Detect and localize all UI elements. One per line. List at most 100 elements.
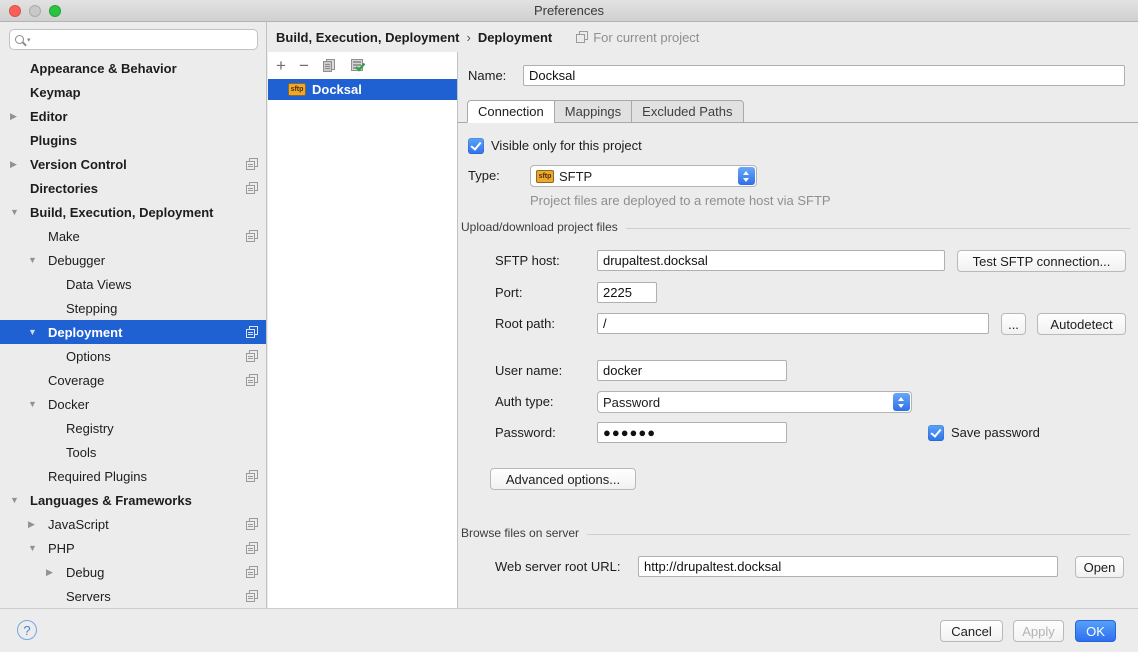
add-server-button[interactable]: +	[276, 57, 286, 74]
tab-excluded-paths[interactable]: Excluded Paths	[631, 100, 743, 123]
zoom-window-button[interactable]	[49, 5, 61, 17]
user-name-label: User name:	[495, 360, 562, 382]
use-as-default-button[interactable]	[350, 58, 366, 73]
sidebar-item-coverage[interactable]: Coverage	[0, 368, 266, 392]
sidebar-item-docker[interactable]: ▼Docker	[0, 392, 266, 416]
settings-search-input[interactable]: ▾	[9, 29, 258, 50]
chevron-right-icon[interactable]: ▶	[10, 111, 30, 122]
sftp-file-icon: sftp	[536, 170, 554, 183]
project-settings-icon	[246, 326, 258, 338]
visible-only-checkbox[interactable]	[468, 138, 484, 154]
breadcrumb-category[interactable]: Build, Execution, Deployment	[276, 30, 459, 45]
browse-root-path-button[interactable]: ...	[1001, 313, 1026, 335]
web-root-input[interactable]	[638, 556, 1058, 577]
upload-group-header: Upload/download project files	[461, 220, 1130, 234]
sidebar-item-languages-frameworks[interactable]: ▼Languages & Frameworks	[0, 488, 266, 512]
sidebar-item-directories[interactable]: Directories	[0, 176, 266, 200]
scope-indicator: For current project	[576, 30, 699, 45]
sidebar-item-tools[interactable]: Tools	[0, 440, 266, 464]
close-window-button[interactable]	[9, 5, 21, 17]
tab-connection[interactable]: Connection	[467, 100, 555, 123]
upload-group-title: Upload/download project files	[461, 220, 618, 234]
sidebar-item-label: Debug	[66, 565, 104, 580]
chevron-down-icon[interactable]: ▼	[10, 207, 30, 217]
sidebar-item-label: Required Plugins	[48, 469, 147, 484]
type-help-text: Project files are deployed to a remote h…	[530, 193, 831, 208]
sidebar-item-label: Deployment	[48, 325, 122, 340]
copy-server-button[interactable]	[322, 58, 337, 73]
sidebar-item-label: Docker	[48, 397, 89, 412]
sidebar-item-label: Directories	[30, 181, 98, 196]
tab-bar: ConnectionMappingsExcluded Paths	[458, 100, 1138, 123]
breadcrumb-separator: ›	[466, 30, 470, 45]
sidebar-item-label: PHP	[48, 541, 75, 556]
sidebar-item-php[interactable]: ▼PHP	[0, 536, 266, 560]
chevron-right-icon[interactable]: ▶	[10, 159, 30, 170]
sidebar-item-plugins[interactable]: Plugins	[0, 128, 266, 152]
sidebar-item-stepping[interactable]: Stepping	[0, 296, 266, 320]
search-icon	[15, 35, 24, 44]
advanced-options-button[interactable]: Advanced options...	[490, 468, 636, 490]
sidebar-item-javascript[interactable]: ▶JavaScript	[0, 512, 266, 536]
sidebar-item-registry[interactable]: Registry	[0, 416, 266, 440]
apply-button[interactable]: Apply	[1013, 620, 1064, 642]
cancel-button[interactable]: Cancel	[940, 620, 1003, 642]
server-name: Docksal	[312, 82, 362, 97]
remove-server-button[interactable]: −	[299, 57, 309, 74]
sidebar-item-build-execution-deployment[interactable]: ▼Build, Execution, Deployment	[0, 200, 266, 224]
project-settings-icon	[576, 31, 588, 43]
sidebar-item-label: Languages & Frameworks	[30, 493, 192, 508]
type-select[interactable]: sftp SFTP	[530, 165, 757, 187]
user-name-input[interactable]	[597, 360, 787, 381]
scope-label: For current project	[593, 30, 699, 45]
sidebar-item-version-control[interactable]: ▶Version Control	[0, 152, 266, 176]
auth-type-select[interactable]: Password	[597, 391, 912, 413]
chevron-down-icon[interactable]: ▼	[10, 495, 30, 505]
title-bar: Preferences	[0, 0, 1138, 22]
autodetect-button[interactable]: Autodetect	[1037, 313, 1126, 335]
port-label: Port:	[495, 282, 522, 304]
chevron-down-icon[interactable]: ▼	[28, 327, 48, 337]
sidebar-item-label: Keymap	[30, 85, 81, 100]
name-input[interactable]	[523, 65, 1125, 86]
sidebar-item-appearance-behavior[interactable]: Appearance & Behavior	[0, 56, 266, 80]
root-path-input[interactable]	[597, 313, 989, 334]
help-button[interactable]: ?	[17, 620, 37, 640]
chevron-down-icon[interactable]: ▼	[28, 543, 48, 553]
sidebar-item-label: Coverage	[48, 373, 104, 388]
chevron-right-icon[interactable]: ▶	[46, 567, 66, 578]
chevron-down-icon[interactable]: ▼	[28, 255, 48, 265]
sidebar-item-deployment[interactable]: ▼Deployment	[0, 320, 266, 344]
search-options-chevron-icon[interactable]: ▾	[27, 36, 31, 44]
port-input[interactable]	[597, 282, 657, 303]
sidebar-item-make[interactable]: Make	[0, 224, 266, 248]
sidebar-item-required-plugins[interactable]: Required Plugins	[0, 464, 266, 488]
open-url-button[interactable]: Open	[1075, 556, 1124, 578]
sidebar-item-debugger[interactable]: ▼Debugger	[0, 248, 266, 272]
sidebar-item-data-views[interactable]: Data Views	[0, 272, 266, 296]
dialog-footer: ? Cancel Apply OK	[0, 608, 1138, 652]
save-password-checkbox[interactable]	[928, 425, 944, 441]
sidebar-item-debug[interactable]: ▶Debug	[0, 560, 266, 584]
test-sftp-connection-button[interactable]: Test SFTP connection...	[957, 250, 1126, 272]
chevron-down-icon[interactable]: ▼	[28, 399, 48, 409]
type-value: SFTP	[559, 169, 592, 184]
sidebar-item-editor[interactable]: ▶Editor	[0, 104, 266, 128]
sidebar-item-servers[interactable]: Servers	[0, 584, 266, 608]
password-input[interactable]	[597, 422, 787, 443]
tab-mappings[interactable]: Mappings	[554, 100, 632, 123]
sidebar-item-label: Tools	[66, 445, 96, 460]
sftp-host-input[interactable]	[597, 250, 945, 271]
deployment-form: Name: ConnectionMappingsExcluded Paths V…	[458, 52, 1138, 608]
chevron-right-icon[interactable]: ▶	[28, 519, 48, 530]
server-list-item-docksal[interactable]: sftp Docksal	[268, 79, 457, 100]
sidebar-item-label: Registry	[66, 421, 114, 436]
visible-only-label: Visible only for this project	[491, 135, 642, 157]
sidebar-item-options[interactable]: Options	[0, 344, 266, 368]
sidebar-item-label: Options	[66, 349, 111, 364]
sidebar-item-keymap[interactable]: Keymap	[0, 80, 266, 104]
ok-button[interactable]: OK	[1075, 620, 1116, 642]
sidebar-item-label: Editor	[30, 109, 68, 124]
type-label: Type:	[468, 165, 500, 187]
minimize-window-button[interactable]	[29, 5, 41, 17]
